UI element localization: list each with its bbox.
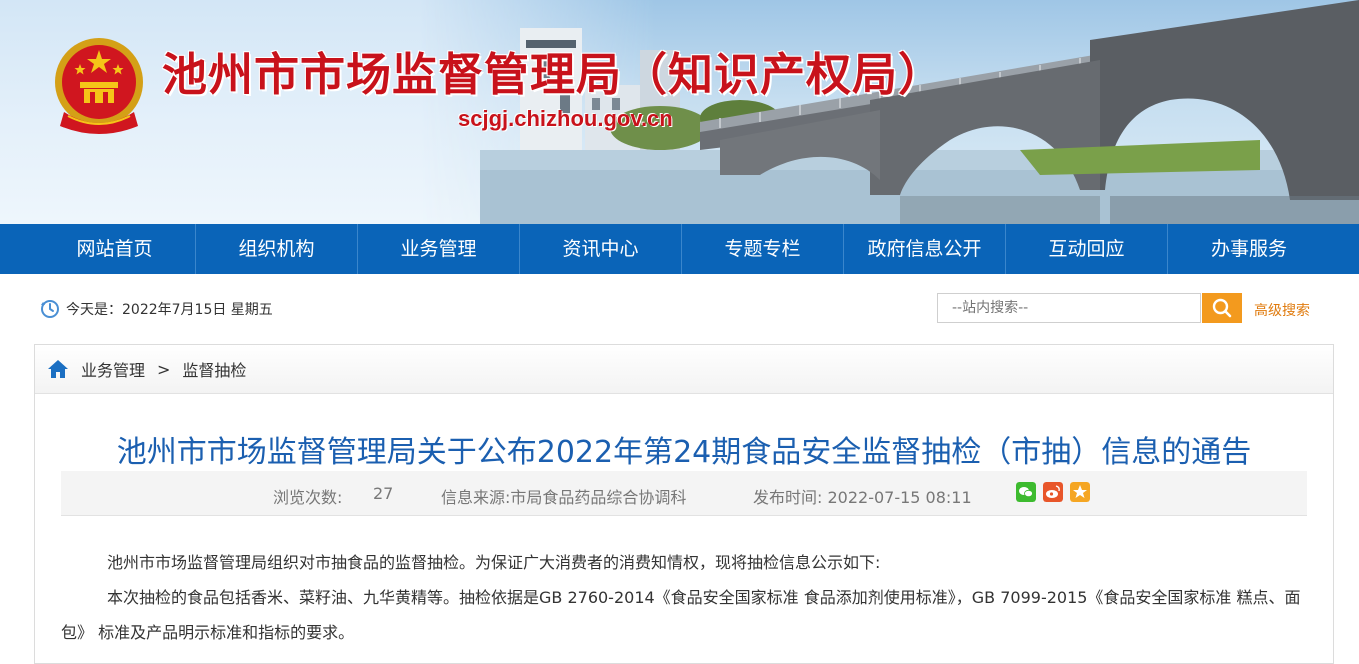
nav-item-interaction[interactable]: 互动回应 — [1006, 224, 1168, 274]
article-paragraph: 本次抽检的食品包括香米、菜籽油、九华黄精等。抽检依据是GB 2760-2014《… — [61, 588, 1301, 642]
article-meta: 浏览次数: 27 信息来源:市局食品药品综合协调科 发布时间: 2022-07-… — [61, 471, 1307, 516]
search-icon — [1212, 298, 1232, 318]
info-source: 信息来源:市局食品药品综合协调科 — [441, 488, 687, 507]
nav-item-gov-info[interactable]: 政府信息公开 — [844, 224, 1006, 274]
search-button[interactable] — [1202, 293, 1242, 323]
bridge-scenery — [480, 0, 1359, 224]
content-panel: 业务管理 > 监督抽检 池州市市场监督管理局关于公布2022年第24期食品安全监… — [34, 344, 1334, 664]
breadcrumb-item-inspection[interactable]: 监督抽检 — [182, 357, 246, 381]
article-title: 池州市市场监督管理局关于公布2022年第24期食品安全监督抽检（市抽）信息的通告 — [116, 435, 1252, 470]
national-emblem-icon — [55, 38, 143, 134]
nav-item-news[interactable]: 资讯中心 — [520, 224, 682, 274]
weibo-icon[interactable] — [1043, 482, 1063, 502]
main-nav: 网站首页 组织机构 业务管理 资讯中心 专题专栏 政府信息公开 互动回应 办事服… — [0, 224, 1359, 274]
wechat-icon[interactable] — [1016, 482, 1036, 502]
site-banner: 池州市市场监督管理局（知识产权局） scjgj.chizhou.gov.cn — [0, 0, 1359, 224]
views-count: 27 — [373, 484, 394, 503]
qzone-icon[interactable] — [1070, 482, 1090, 502]
advanced-search-link[interactable]: 高级搜索 — [1254, 300, 1310, 320]
breadcrumb: 业务管理 > 监督抽检 — [35, 345, 1333, 394]
breadcrumb-separator: > — [157, 359, 171, 379]
site-title: 池州市市场监督管理局（知识产权局） — [162, 48, 945, 101]
nav-item-organization[interactable]: 组织机构 — [196, 224, 358, 274]
nav-item-business[interactable]: 业务管理 — [358, 224, 520, 274]
date-text: 今天是：2022年7月15日 星期五 — [66, 302, 273, 318]
nav-item-services[interactable]: 办事服务 — [1168, 224, 1330, 274]
nav-item-topics[interactable]: 专题专栏 — [682, 224, 844, 274]
site-search-input[interactable] — [937, 293, 1201, 323]
publish-time: 发布时间: 2022-07-15 08:11 — [753, 488, 972, 507]
article-paragraph: 池州市市场监督管理局组织对市抽食品的监督抽检。为保证广大消费者的消费知情权，现将… — [107, 553, 881, 572]
article-body: 池州市市场监督管理局组织对市抽食品的监督抽检。为保证广大消费者的消费知情权，现将… — [61, 545, 1307, 650]
views-label: 浏览次数: — [273, 488, 343, 507]
nav-item-home[interactable]: 网站首页 — [34, 224, 196, 274]
date-display: 今天是：2022年7月15日 星期五 — [40, 299, 273, 319]
breadcrumb-item-business[interactable]: 业务管理 — [81, 357, 145, 381]
site-domain: scjgj.chizhou.gov.cn — [458, 106, 673, 131]
home-icon[interactable] — [47, 358, 69, 380]
clock-icon — [41, 300, 59, 318]
info-bar: 今天是：2022年7月15日 星期五 高级搜索 — [34, 293, 1334, 325]
